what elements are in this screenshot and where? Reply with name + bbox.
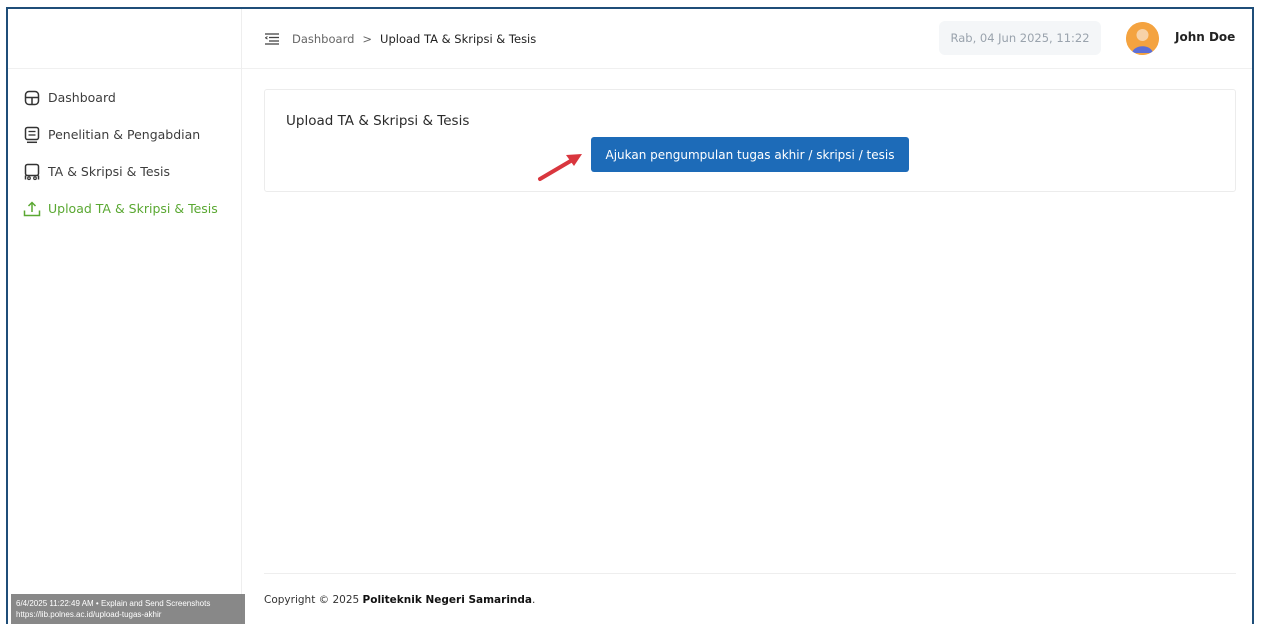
footer-divider — [264, 573, 1236, 574]
breadcrumb: Dashboard > Upload TA & Skripsi & Tesis — [292, 32, 536, 46]
app-window: Dashboard Penelitian & Pengabdian TA & S… — [6, 7, 1254, 624]
upload-icon — [22, 199, 42, 219]
document-icon — [22, 125, 42, 145]
sidebar-item-upload[interactable]: Upload TA & Skripsi & Tesis — [8, 190, 241, 227]
top-header: Dashboard > Upload TA & Skripsi & Tesis … — [242, 9, 1252, 69]
footer: Copyright © 2025 Politeknik Negeri Samar… — [264, 594, 535, 606]
sidebar-logo-area — [8, 9, 241, 69]
sidebar-item-dashboard[interactable]: Dashboard — [8, 79, 241, 116]
user-name[interactable]: John Doe — [1175, 30, 1235, 44]
sidebar-item-ta-skripsi[interactable]: TA & Skripsi & Tesis — [8, 153, 241, 190]
book-icon — [22, 162, 42, 182]
submit-thesis-button[interactable]: Ajukan pengumpulan tugas akhir / skripsi… — [591, 137, 909, 172]
breadcrumb-separator: > — [362, 31, 373, 46]
menu-toggle-icon[interactable] — [262, 29, 282, 49]
footer-period: . — [532, 594, 536, 606]
upload-card: Upload TA & Skripsi & Tesis Ajukan pengu… — [264, 89, 1236, 192]
sidebar-item-label: TA & Skripsi & Tesis — [48, 164, 171, 179]
overlay-url: https://lib.polnes.ac.id/upload-tugas-ak… — [16, 610, 162, 619]
dashboard-icon — [22, 88, 42, 108]
screenshot-info-overlay: 6/4/2025 11:22:49 AM • Explain and Send … — [11, 594, 245, 624]
sidebar: Dashboard Penelitian & Pengabdian TA & S… — [8, 9, 242, 624]
datetime-display: Rab, 04 Jun 2025, 11:22 — [939, 21, 1101, 55]
sidebar-nav: Dashboard Penelitian & Pengabdian TA & S… — [8, 69, 241, 227]
copyright-text: Copyright © 2025 — [264, 594, 360, 606]
organization-name: Politeknik Negeri Samarinda — [362, 594, 532, 606]
breadcrumb-dashboard-link[interactable]: Dashboard — [292, 32, 354, 46]
sidebar-item-label: Penelitian & Pengabdian — [48, 127, 201, 142]
sidebar-item-penelitian[interactable]: Penelitian & Pengabdian — [8, 116, 241, 153]
page-title: Upload TA & Skripsi & Tesis — [286, 113, 470, 129]
sidebar-item-label: Dashboard — [48, 90, 116, 105]
annotation-arrow-icon — [538, 154, 582, 181]
overlay-timestamp: 6/4/2025 11:22:49 AM • Explain and Send … — [16, 599, 211, 608]
user-avatar[interactable] — [1126, 22, 1159, 55]
sidebar-item-label: Upload TA & Skripsi & Tesis — [48, 201, 218, 216]
breadcrumb-current: Upload TA & Skripsi & Tesis — [380, 31, 537, 46]
